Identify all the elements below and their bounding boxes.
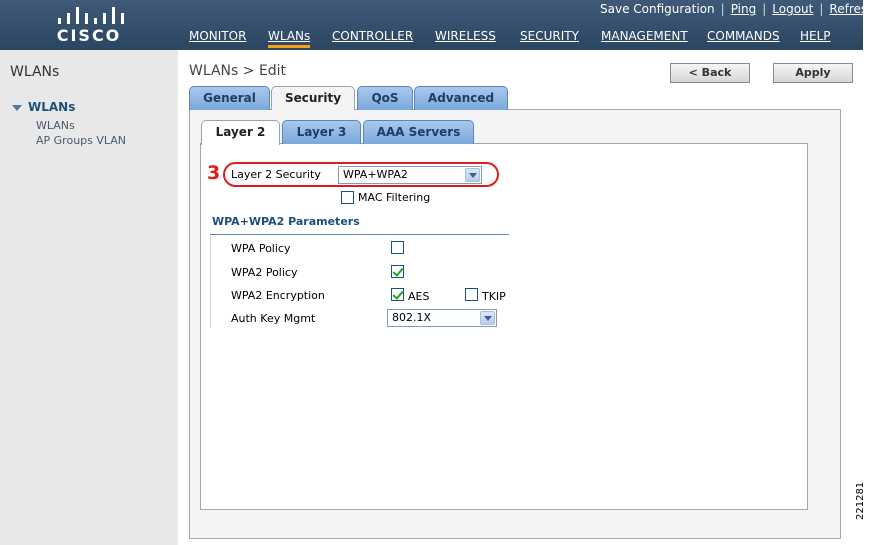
wpa-policy-label: WPA Policy <box>231 242 291 255</box>
nav-help[interactable]: HELP <box>800 28 831 48</box>
nav-wireless[interactable]: WIRELESS <box>435 28 496 48</box>
subtab-layer2[interactable]: Layer 2 <box>201 120 280 145</box>
sidebar-item-ap-groups-vlan[interactable]: AP Groups VLAN <box>36 134 126 147</box>
nav-monitor[interactable]: MONITOR <box>189 28 246 48</box>
sidebar-item-wlans[interactable]: WLANs <box>36 119 75 132</box>
nav-wlans[interactable]: WLANs <box>268 28 311 48</box>
tkip-checkbox[interactable] <box>465 288 478 301</box>
page-title: WLANs > Edit <box>189 63 287 79</box>
layer2-security-value: WPA+WPA2 <box>343 168 408 181</box>
dropdown-arrow-icon <box>480 311 495 325</box>
top-header: CISCO Save Configuration | Ping | Logout | Ref… <box>0 0 875 50</box>
section-divider <box>210 234 509 235</box>
sidebar-tree-wlans[interactable]: WLANs <box>12 100 75 114</box>
back-button[interactable]: < Back <box>670 63 750 83</box>
auth-key-mgmt-value: 802.1X <box>392 311 432 324</box>
layer2-security-label: Layer 2 Security <box>231 168 321 181</box>
callout-number: 3 <box>207 162 221 184</box>
expand-triangle-icon <box>12 104 22 111</box>
nav-management[interactable]: MANAGEMENT <box>601 28 688 48</box>
tab-advanced[interactable]: Advanced <box>414 86 508 110</box>
layer2-security-select[interactable]: WPA+WPA2 <box>338 166 482 184</box>
auth-key-mgmt-label: Auth Key Mgmt <box>231 312 316 325</box>
tab-qos[interactable]: QoS <box>357 86 413 110</box>
utility-links: Save Configuration | Ping | Logout | Refresh <box>600 2 875 16</box>
right-margin <box>863 0 878 545</box>
figure-number: 221281 <box>855 481 866 520</box>
subtab-aaa-servers[interactable]: AAA Servers <box>363 120 474 144</box>
save-configuration-link[interactable]: Save Configuration <box>600 2 715 16</box>
mac-filtering-checkbox[interactable] <box>341 191 354 204</box>
nav-controller[interactable]: CONTROLLER <box>332 28 413 48</box>
sidebar-title: WLANs <box>10 64 60 80</box>
mac-filtering-label: MAC Filtering <box>358 191 431 204</box>
apply-button[interactable]: Apply <box>773 63 853 83</box>
wpa2-policy-checkbox[interactable] <box>391 265 404 278</box>
subtab-layer3[interactable]: Layer 3 <box>282 120 361 144</box>
wpa2-policy-label: WPA2 Policy <box>231 266 298 279</box>
dropdown-arrow-icon <box>465 168 480 182</box>
sidebar-tree-label: WLANs <box>28 100 76 114</box>
tab-security[interactable]: Security <box>271 86 355 110</box>
logout-link[interactable]: Logout <box>772 2 813 16</box>
sidebar: WLANs WLANs WLANs AP Groups VLAN <box>0 50 178 545</box>
tkip-label: TKIP <box>482 290 506 303</box>
wpa2-encryption-label: WPA2 Encryption <box>231 289 325 302</box>
cisco-logo-bars-icon <box>56 6 126 24</box>
cisco-logo: CISCO <box>52 6 132 46</box>
nav-security[interactable]: SECURITY <box>520 28 579 48</box>
aes-checkbox[interactable] <box>391 288 404 301</box>
aes-label: AES <box>408 290 430 303</box>
wpa-policy-checkbox[interactable] <box>391 241 404 254</box>
ping-link[interactable]: Ping <box>731 2 757 16</box>
nav-commands[interactable]: COMMANDS <box>707 28 780 48</box>
tab-general[interactable]: General <box>189 86 270 110</box>
cisco-logo-text: CISCO <box>56 26 122 45</box>
auth-key-mgmt-select[interactable]: 802.1X <box>387 309 497 327</box>
wpa-params-title: WPA+WPA2 Parameters <box>212 215 360 228</box>
